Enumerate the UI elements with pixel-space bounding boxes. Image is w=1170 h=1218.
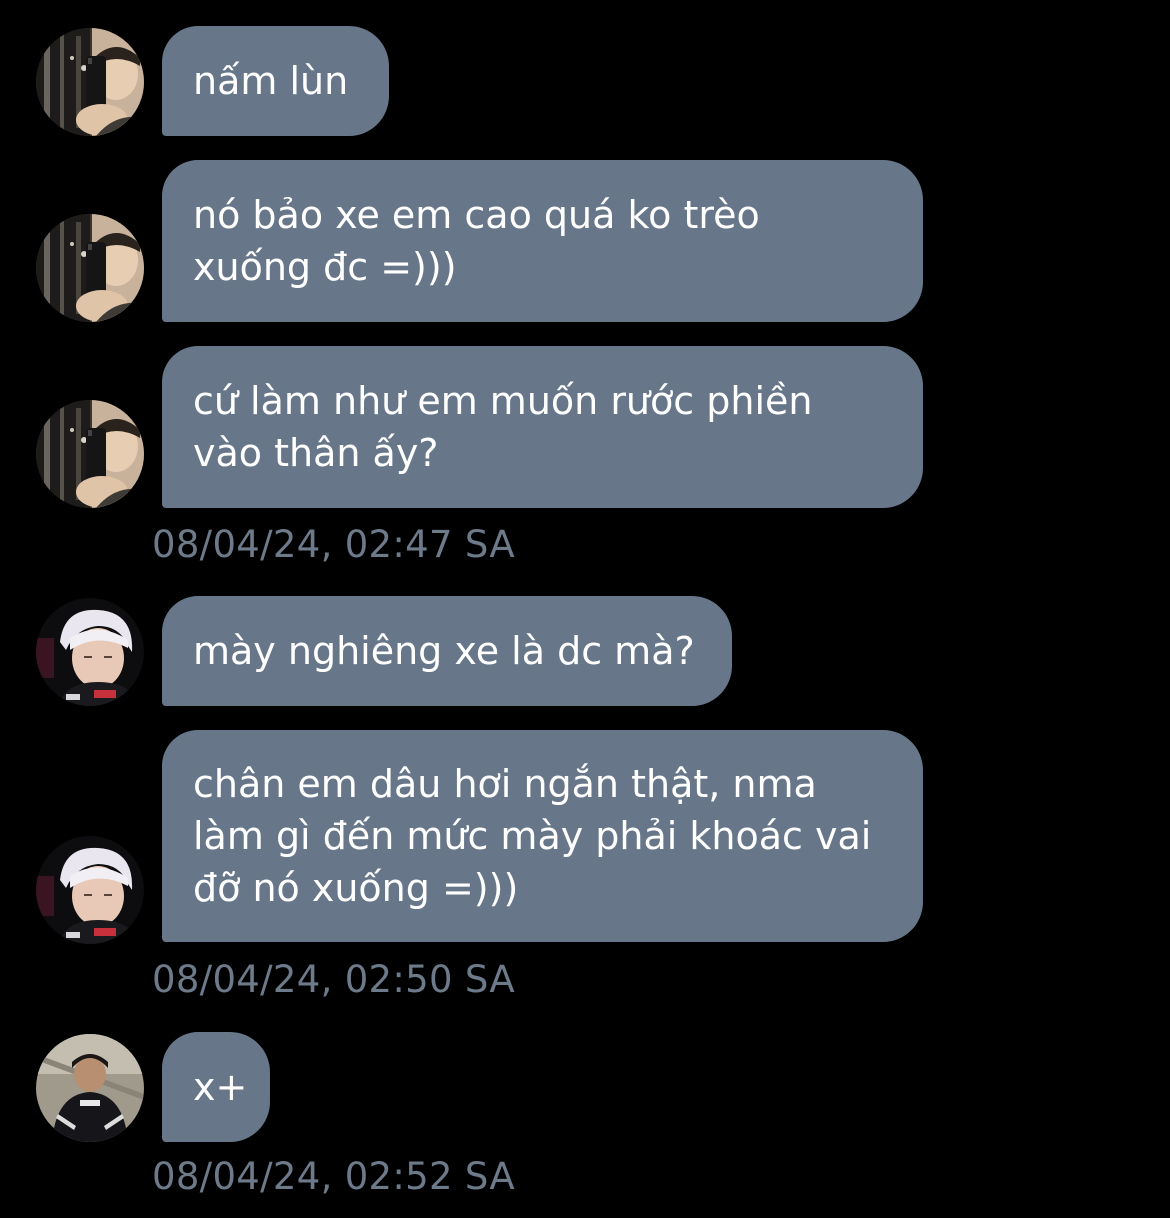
message-text: cứ làm như em muốn rước phiền vào thân ấ…: [193, 379, 813, 475]
chat-thread: nấm lùn nó bảo xe em cao quá ko trèo xuố…: [0, 0, 1170, 1218]
message-bubble[interactable]: nấm lùn: [162, 26, 389, 136]
timestamp: 08/04/24, 02:50 SA: [152, 958, 515, 1001]
user-avatar-mirror-selfie[interactable]: [36, 400, 144, 508]
user-avatar-dark-jacket[interactable]: [36, 1034, 144, 1142]
timestamp: 08/04/24, 02:52 SA: [152, 1155, 515, 1198]
message-text: nấm lùn: [193, 59, 349, 103]
message-text: x+: [193, 1065, 248, 1109]
message-bubble[interactable]: x+: [162, 1032, 270, 1142]
timestamp: 08/04/24, 02:47 SA: [152, 523, 515, 566]
message-text: chân em dâu hơi ngắn thật, nma làm gì đế…: [193, 762, 872, 910]
message-text: mày nghiêng xe là dc mà?: [193, 629, 695, 673]
user-avatar-mirror-selfie[interactable]: [36, 28, 144, 136]
message-bubble[interactable]: nó bảo xe em cao quá ko trèo xuống đc =)…: [162, 160, 923, 322]
user-avatar-white-hair[interactable]: [36, 598, 144, 706]
user-avatar-white-hair[interactable]: [36, 836, 144, 944]
message-text: nó bảo xe em cao quá ko trèo xuống đc =)…: [193, 193, 760, 289]
message-bubble[interactable]: chân em dâu hơi ngắn thật, nma làm gì đế…: [162, 730, 923, 942]
message-bubble[interactable]: mày nghiêng xe là dc mà?: [162, 596, 732, 706]
user-avatar-mirror-selfie[interactable]: [36, 214, 144, 322]
message-bubble[interactable]: cứ làm như em muốn rước phiền vào thân ấ…: [162, 346, 923, 508]
